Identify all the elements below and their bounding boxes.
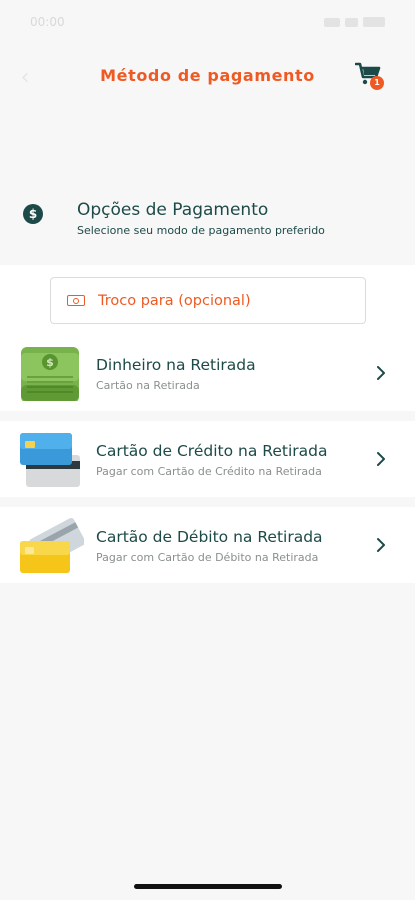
signal-icon xyxy=(324,17,340,27)
chevron-right-icon xyxy=(377,366,385,380)
dollar-icon: $ xyxy=(23,204,43,224)
payment-option-credit-card[interactable]: Cartão de Crédito na Retirada Pagar com … xyxy=(0,421,415,497)
cart-button[interactable]: 1 xyxy=(354,62,389,92)
payment-option-subtitle: Pagar com Cartão de Débito na Retirada xyxy=(96,551,319,564)
cash-icon: $ xyxy=(21,347,79,401)
section-subtitle: Selecione seu modo de pagamento preferid… xyxy=(77,224,325,237)
status-bar: 00:00 xyxy=(0,0,415,44)
svg-text:$: $ xyxy=(46,356,54,369)
debit-card-icon xyxy=(20,517,84,573)
payment-option-subtitle: Cartão na Retirada xyxy=(96,379,200,392)
payment-option-title: Dinheiro na Retirada xyxy=(96,356,256,374)
header: ‹ Método de pagamento 1 xyxy=(0,52,415,102)
payment-option-cash[interactable]: $ Dinheiro na Retirada Cartão na Retirad… xyxy=(0,335,415,411)
status-time: 00:00 xyxy=(30,15,65,29)
payment-option-debit-card[interactable]: Cartão de Débito na Retirada Pagar com C… xyxy=(0,507,415,583)
payment-option-title: Cartão de Débito na Retirada xyxy=(96,528,323,546)
chevron-right-icon xyxy=(377,538,385,552)
credit-card-icon xyxy=(20,433,80,487)
home-indicator[interactable] xyxy=(134,884,282,889)
change-amount-input[interactable]: Troco para (opcional) xyxy=(50,277,366,324)
payment-options-heading: $ Opções de Pagamento Selecione seu modo… xyxy=(0,196,415,246)
chevron-right-icon xyxy=(377,452,385,466)
status-icons xyxy=(324,17,385,27)
battery-icon xyxy=(363,17,385,27)
page-title: Método de pagamento xyxy=(100,66,315,85)
section-title: Opções de Pagamento xyxy=(77,200,269,220)
wifi-icon xyxy=(345,17,358,27)
banknote-icon xyxy=(67,295,85,306)
change-amount-placeholder: Troco para (opcional) xyxy=(98,292,251,309)
payment-option-title: Cartão de Crédito na Retirada xyxy=(96,442,328,460)
cart-count-badge: 1 xyxy=(370,76,384,90)
payment-option-subtitle: Pagar com Cartão de Crédito na Retirada xyxy=(96,465,322,478)
